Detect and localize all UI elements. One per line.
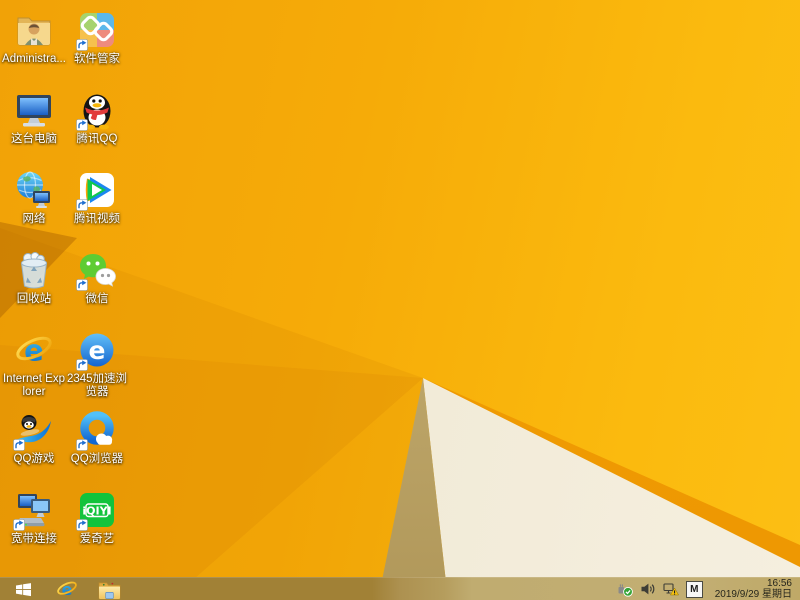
qq-browser[interactable]: QQ浏览器 xyxy=(65,406,129,466)
iqiyi[interactable]: iQIYI 爱奇艺 xyxy=(65,486,129,546)
ie-logo-icon: e xyxy=(2,326,66,370)
icon-label: Internet Explorer xyxy=(2,373,65,398)
network[interactable]: 网络 xyxy=(2,166,66,226)
this-pc[interactable]: 这台电脑 xyxy=(2,86,66,146)
broadband-connection[interactable]: 宽带连接 xyxy=(2,486,66,546)
icon-label: 回收站 xyxy=(16,293,52,305)
user-folder-icon xyxy=(2,6,66,50)
shortcut-arrow-icon xyxy=(76,199,88,211)
recycle-bin[interactable]: 回收站 xyxy=(2,246,66,306)
folder-icon xyxy=(98,579,121,600)
icon-label: 腾讯视频 xyxy=(74,213,120,225)
shortcut-arrow-icon xyxy=(76,119,88,131)
start-button[interactable] xyxy=(0,578,46,600)
computer-icon xyxy=(2,86,66,130)
shortcut-arrow-icon xyxy=(76,519,88,531)
clock-date: 2019/9/29 星期日 xyxy=(714,589,792,600)
network-globe-icon xyxy=(2,166,66,210)
qq-game-penguin-icon xyxy=(2,406,66,451)
recycle-bin-icon xyxy=(2,246,66,290)
tencent-video[interactable]: 腾讯视频 xyxy=(65,166,129,226)
svg-text:e: e xyxy=(89,336,106,365)
tencent-qq[interactable]: 腾讯QQ xyxy=(65,86,129,146)
ie-logo-small-icon: e xyxy=(56,578,78,600)
input-method-indicator[interactable]: M xyxy=(685,580,703,598)
shortcut-arrow-icon xyxy=(76,439,88,451)
shortcut-arrow-icon xyxy=(13,439,25,451)
software-manager[interactable]: 软件管家 xyxy=(65,6,129,66)
icon-label: 宽带连接 xyxy=(11,533,57,545)
administrator-folder[interactable]: Administra... xyxy=(2,6,66,66)
wechat[interactable]: 微信 xyxy=(65,246,129,306)
internet-explorer[interactable]: e Internet Explorer xyxy=(2,326,66,399)
qq-penguin-icon xyxy=(65,86,129,131)
icon-label: QQ浏览器 xyxy=(70,453,124,465)
qq-games[interactable]: QQ游戏 xyxy=(2,406,66,466)
shortcut-arrow-icon xyxy=(13,519,25,531)
icon-label: Administra... xyxy=(2,53,66,65)
two-computers-modem-icon xyxy=(2,486,66,531)
windows-logo-icon xyxy=(15,582,32,597)
software-manager-icon xyxy=(65,6,129,51)
internet-explorer-taskbar-button[interactable]: e xyxy=(46,578,88,600)
icon-label: 2345加速浏览器 xyxy=(66,373,128,398)
taskbar-buttons: e xyxy=(0,578,130,600)
tencent-video-icon xyxy=(65,166,129,211)
network-status-tray-icon[interactable] xyxy=(663,581,679,597)
system-tray: M 16:56 2019/9/29 星期日 xyxy=(617,578,800,600)
shortcut-arrow-icon xyxy=(76,359,88,371)
taskbar: e M 16:56 2019/9/29 星期日 xyxy=(0,577,800,600)
icon-label: QQ游戏 xyxy=(13,453,55,465)
icon-label: 这台电脑 xyxy=(11,133,57,145)
icon-label: 爱奇艺 xyxy=(79,533,115,545)
blue-e-circle-icon: e xyxy=(65,326,129,371)
shortcut-arrow-icon xyxy=(76,39,88,51)
taskbar-clock[interactable]: 16:56 2019/9/29 星期日 xyxy=(715,578,792,600)
file-explorer-taskbar-button[interactable] xyxy=(88,578,130,600)
volume-tray-icon[interactable] xyxy=(640,581,656,597)
icon-label: 软件管家 xyxy=(74,53,120,65)
icon-label: 腾讯QQ xyxy=(76,133,118,145)
clock-time: 16:56 xyxy=(766,578,792,589)
usb-device-tray-icon[interactable] xyxy=(617,581,633,597)
blue-ring-cloud-icon xyxy=(65,406,129,451)
icon-label: 微信 xyxy=(85,293,109,305)
wechat-bubbles-icon xyxy=(65,246,129,291)
browser-2345[interactable]: e 2345加速浏览器 xyxy=(65,326,129,399)
icon-label: 网络 xyxy=(22,213,46,225)
desktop[interactable]: Administra... 软件管家 这台电脑 腾讯QQ 网络 腾讯视频 回收站… xyxy=(0,0,800,600)
iqiyi-tile-icon: iQIYI xyxy=(65,486,129,531)
shortcut-arrow-icon xyxy=(76,279,88,291)
